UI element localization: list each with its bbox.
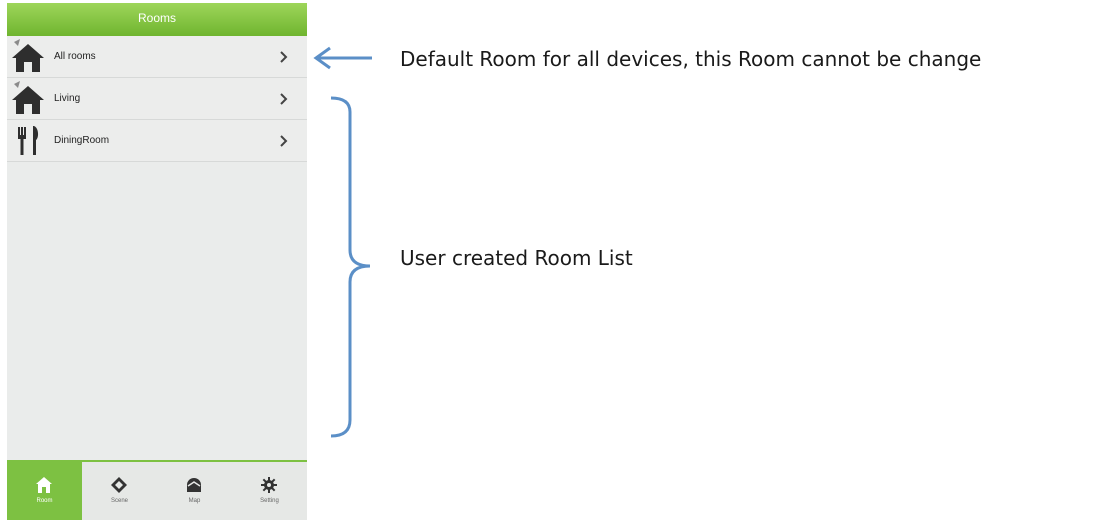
user-room-note: User created Room List [400, 246, 633, 270]
arrow-left-icon [313, 46, 372, 70]
room-list-bracket [330, 96, 371, 438]
default-room-note: Default Room for all devices, this Room … [400, 47, 982, 71]
